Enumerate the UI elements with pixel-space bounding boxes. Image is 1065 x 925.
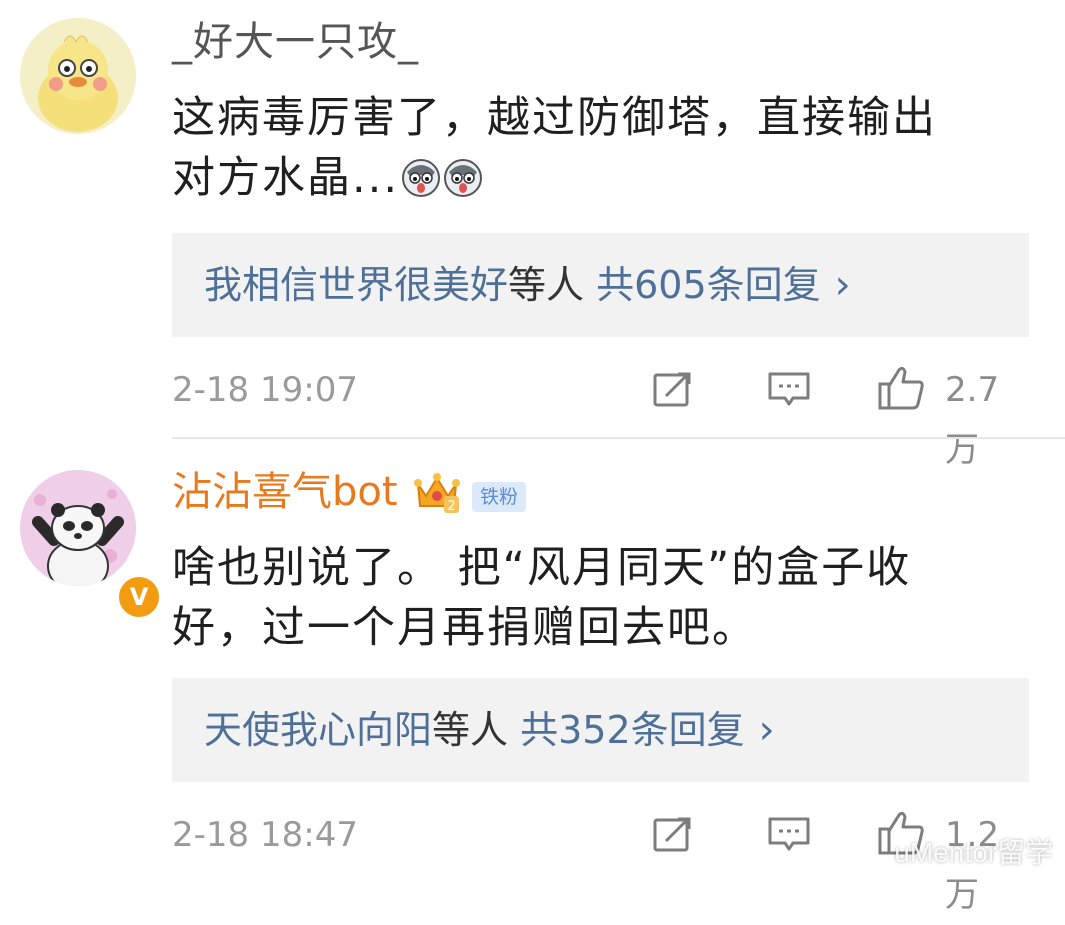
comment-text-line: 对方水晶... [172, 153, 400, 203]
reply-summary-box[interactable]: 我相信世界很美好等人 共605条回复 › [172, 233, 1029, 337]
username[interactable]: _好大一只攻_ [172, 18, 419, 66]
comment-meta: 2-18 19:07 2.7万 [172, 360, 1032, 470]
comment-icon[interactable] [767, 370, 811, 410]
reply-summary-box[interactable]: 天使我心向阳等人 共352条回复 › [172, 678, 1029, 782]
divider [172, 437, 1065, 439]
husky-doge-emoji-icon [444, 159, 483, 197]
comment-item: _好大一只攻_ 这病毒厉害了，越过防御塔，直接输出 对方水晶... 我相信世界很… [0, 0, 1065, 470]
comment-icon[interactable] [767, 815, 811, 855]
husky-doge-emoji-icon [402, 159, 441, 197]
comment-text: 这病毒厉害了，越过防御塔，直接输出 对方水晶... [172, 88, 1002, 208]
watermark: uMentor留学 [894, 837, 1053, 868]
chevron-right-icon[interactable]: › [759, 707, 775, 753]
chevron-right-icon[interactable]: › [835, 262, 851, 308]
comment-text-line-with-emoji: 对方水晶... [172, 148, 1002, 208]
fan-badge: 铁粉 [472, 482, 526, 512]
panda-avatar-icon [20, 470, 136, 586]
comment-text-line: 这病毒厉害了，越过防御塔，直接输出 [172, 93, 937, 143]
avatar[interactable] [20, 18, 136, 134]
avatar[interactable]: V [20, 470, 162, 620]
repost-icon[interactable] [652, 370, 694, 410]
reply-names[interactable]: 天使我心向阳 [204, 708, 432, 752]
reply-names[interactable]: 我相信世界很美好 [204, 263, 508, 307]
repost-icon[interactable] [652, 815, 694, 855]
yellow-duck-avatar-icon [20, 18, 136, 134]
reply-count[interactable]: 共605条回复 [596, 263, 821, 307]
svg-text:2: 2 [447, 499, 455, 514]
comment-text-line: 啥也别说了。 把“风月同天”的盒子收 [172, 543, 912, 593]
v-verified-icon: V [116, 574, 162, 620]
like-icon[interactable] [877, 364, 925, 412]
reply-summary[interactable]: 我相信世界很美好等人 共605条回复 › [204, 233, 851, 337]
reply-summary[interactable]: 天使我心向阳等人 共352条回复 › [204, 678, 775, 782]
reply-connector: 等人 [432, 708, 509, 752]
crown-level-2-icon: 2 [414, 473, 460, 514]
comment-item: V 沾沾喜气bot 2 铁粉 啥也别说了。 把“风月同天”的盒子收 好，过一个月… [0, 440, 1065, 915]
username[interactable]: 沾沾喜气bot [172, 468, 398, 516]
timestamp: 2-18 18:47 [172, 815, 358, 855]
reply-count[interactable]: 共352条回复 [520, 708, 745, 752]
reply-connector: 等人 [508, 263, 585, 307]
comment-text-line: 好，过一个月再捐赠回去吧。 [172, 603, 757, 653]
comment-text: 啥也别说了。 把“风月同天”的盒子收 好，过一个月再捐赠回去吧。 [172, 538, 1002, 658]
weibo-logo-icon [807, 843, 840, 869]
timestamp: 2-18 19:07 [172, 370, 358, 410]
